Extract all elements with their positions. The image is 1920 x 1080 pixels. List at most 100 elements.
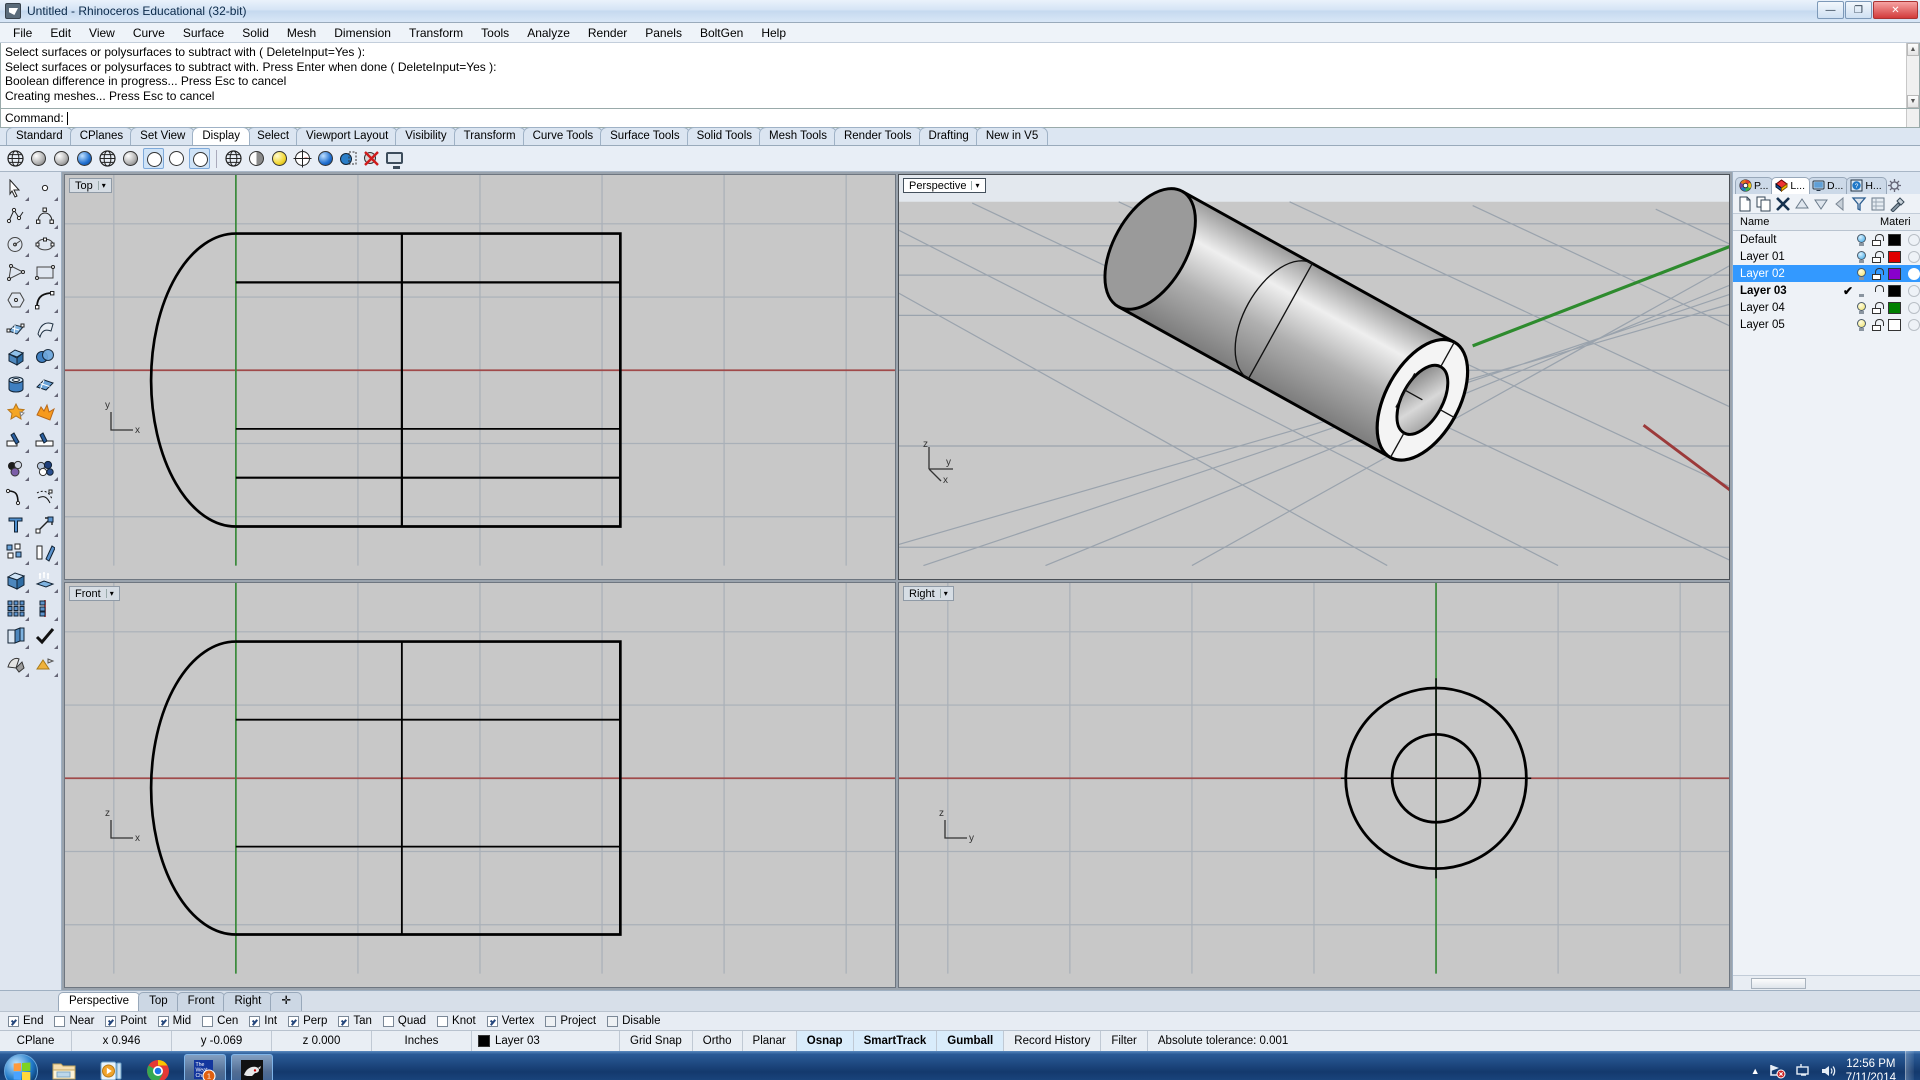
toolbar-tab-new-in-v5[interactable]: New in V5 (975, 127, 1049, 145)
toolbar-tab-cplanes[interactable]: CPlanes (69, 127, 134, 145)
panel-tab-properties-icon[interactable]: P... (1735, 177, 1774, 194)
layer-visibility-bulb-icon[interactable] (1856, 267, 1867, 280)
toolbar-tab-drafting[interactable]: Drafting (918, 127, 979, 145)
menu-item-panels[interactable]: Panels (636, 24, 691, 42)
flyout-arrow-icon[interactable] (54, 505, 58, 509)
flyout-arrow-icon[interactable] (25, 505, 29, 509)
boolean-union-icon[interactable] (2, 399, 31, 427)
trim-icon[interactable] (2, 427, 31, 455)
flyout-arrow-icon[interactable] (54, 421, 58, 425)
menu-item-edit[interactable]: Edit (41, 24, 80, 42)
osnap-tan[interactable]: Tan (338, 1015, 372, 1027)
osnap-end[interactable]: End (8, 1015, 43, 1027)
toolbar-tab-visibility[interactable]: Visibility (395, 127, 457, 145)
layer-visibility-bulb-icon[interactable] (1856, 233, 1867, 246)
render-preview-icon[interactable] (223, 148, 244, 169)
new-layer-icon[interactable] (1737, 196, 1753, 212)
mirror-icon[interactable] (31, 539, 60, 567)
chevron-down-icon[interactable]: ▾ (971, 181, 982, 190)
flyout-arrow-icon[interactable] (54, 673, 58, 677)
checkbox[interactable] (437, 1015, 449, 1027)
menu-item-view[interactable]: View (80, 24, 124, 42)
flat-shade-icon[interactable] (246, 148, 267, 169)
flyout-arrow-icon[interactable] (25, 617, 29, 621)
layer-visibility-bulb-icon[interactable] (1856, 285, 1867, 297)
viewport-title-top[interactable]: Top ▾ (69, 178, 112, 193)
shade-preview-icon[interactable] (189, 148, 210, 169)
extrude-curve-icon[interactable] (31, 567, 60, 595)
tools-hammer-icon[interactable] (1889, 196, 1905, 213)
toolbar-tab-select[interactable]: Select (247, 127, 300, 145)
layer-material-swatch[interactable] (1908, 250, 1920, 263)
layer-material-swatch[interactable] (1908, 318, 1920, 331)
move-down-icon[interactable] (1813, 196, 1829, 212)
scroll-down-icon[interactable]: ▼ (1907, 95, 1919, 108)
weather-channel-icon[interactable]: The Weat Chan 1 (184, 1054, 226, 1080)
status-toggle-ortho[interactable]: Ortho (693, 1031, 743, 1051)
scrollbar-thumb[interactable] (1751, 977, 1806, 989)
action-center-icon[interactable] (1795, 1063, 1811, 1079)
flyout-arrow-icon[interactable] (25, 253, 29, 257)
flyout-arrow-icon[interactable] (54, 617, 58, 621)
show-hidden-icons-icon[interactable]: ▲ (1751, 1066, 1760, 1076)
flyout-arrow-icon[interactable] (25, 533, 29, 537)
flyout-arrow-icon[interactable] (54, 645, 58, 649)
layer-visibility-bulb-icon[interactable] (1856, 301, 1867, 314)
chevron-down-icon[interactable]: ▾ (939, 589, 951, 598)
command-history-scrollbar[interactable]: ▲ ▼ (1906, 43, 1919, 108)
ghosted-display-icon[interactable] (74, 148, 95, 169)
toolbar-tab-display[interactable]: Display (192, 127, 251, 145)
copy-layer-icon[interactable] (1756, 196, 1772, 212)
volume-icon[interactable] (1820, 1063, 1837, 1079)
scale-icon[interactable] (31, 511, 60, 539)
layer-material-swatch[interactable] (1908, 284, 1920, 297)
menu-item-help[interactable]: Help (752, 24, 795, 42)
checkbox[interactable] (105, 1015, 117, 1027)
cplane-shade-icon[interactable] (292, 148, 313, 169)
lighting-options-icon[interactable] (269, 148, 290, 169)
flyout-arrow-icon[interactable] (25, 449, 29, 453)
status-toggle-record-history[interactable]: Record History (1004, 1031, 1102, 1051)
flyout-arrow-icon[interactable] (54, 281, 58, 285)
rectangle-icon[interactable] (31, 259, 60, 287)
offset-curve-icon[interactable] (31, 483, 60, 511)
select-objects-icon[interactable] (2, 175, 31, 203)
back-arrow-icon[interactable] (1832, 196, 1848, 212)
fullscreen-display-icon[interactable] (384, 148, 405, 169)
flyout-arrow-icon[interactable] (25, 197, 29, 201)
sphere-solid-icon[interactable] (31, 343, 60, 371)
layer-lock-icon[interactable] (1871, 301, 1884, 314)
flyout-arrow-icon[interactable] (25, 673, 29, 677)
flyout-arrow-icon[interactable] (54, 197, 58, 201)
surface-sweep-icon[interactable] (31, 315, 60, 343)
osnap-disable[interactable]: Disable (607, 1015, 660, 1027)
panel-horizontal-scrollbar[interactable] (1733, 975, 1920, 990)
taskbar-clock[interactable]: 12:56 PM 7/11/2014 (1846, 1057, 1896, 1080)
toolbar-tab-surface-tools[interactable]: Surface Tools (600, 127, 690, 145)
layer-color-swatch[interactable] (1888, 318, 1901, 331)
dimension-icon[interactable] (31, 595, 60, 623)
flyout-arrow-icon[interactable] (54, 309, 58, 313)
remove-display-icon[interactable] (361, 148, 382, 169)
cylinder-solid-icon[interactable] (2, 371, 31, 399)
menu-item-dimension[interactable]: Dimension (325, 24, 400, 42)
viewport-front[interactable]: z x Front ▾ (64, 582, 896, 988)
layer-lock-icon[interactable] (1871, 250, 1884, 263)
checkbox[interactable] (249, 1015, 261, 1027)
osnap-near[interactable]: Near (54, 1015, 94, 1027)
flyout-arrow-icon[interactable] (54, 589, 58, 593)
google-chrome-icon[interactable] (137, 1054, 179, 1080)
layer-lock-icon[interactable] (1871, 233, 1884, 246)
flyout-arrow-icon[interactable] (25, 421, 29, 425)
technical-display-icon[interactable] (120, 148, 141, 169)
viewport-title-front[interactable]: Front ▾ (69, 586, 120, 601)
surface-tools-icon[interactable] (31, 371, 60, 399)
osnap-quad[interactable]: Quad (382, 1015, 426, 1027)
polyline-icon[interactable] (2, 203, 31, 231)
layer-visibility-bulb-icon[interactable] (1856, 250, 1867, 263)
maximize-button[interactable]: ❐ (1845, 1, 1872, 19)
toolbar-tab-viewport-layout[interactable]: Viewport Layout (296, 127, 399, 145)
flyout-arrow-icon[interactable] (25, 309, 29, 313)
osnap-vertex[interactable]: Vertex (486, 1015, 534, 1027)
flyout-arrow-icon[interactable] (54, 253, 58, 257)
